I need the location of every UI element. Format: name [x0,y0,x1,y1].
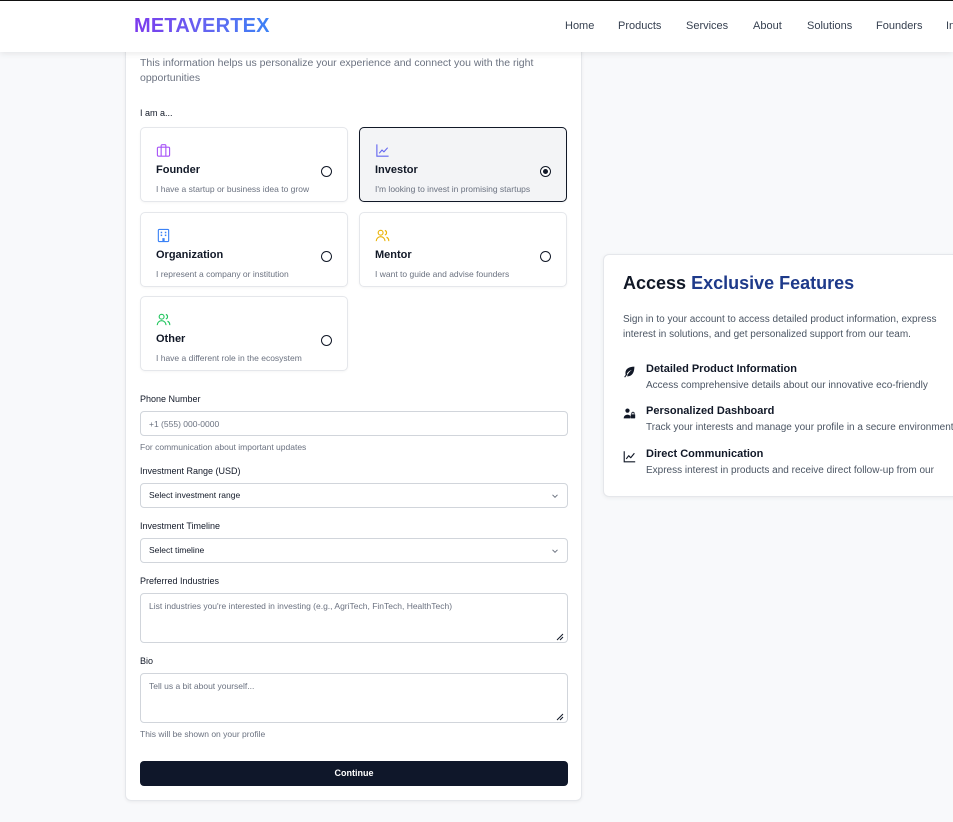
investment-range-select[interactable]: Select investment range [140,483,568,508]
building-icon [157,228,170,243]
investment-timeline-select[interactable]: Select timeline [140,538,568,563]
role-title: Investor [375,164,418,176]
users-lock-icon [623,408,636,419]
role-option-organization[interactable]: Organization I represent a company or in… [140,212,348,287]
features-description: Sign in to your account to access detail… [623,314,937,340]
role-title: Organization [156,249,224,261]
role-label: I am a... [140,108,173,118]
role-option-investor[interactable]: Investor I'm looking to invest in promis… [359,127,567,202]
role-description: I have a startup or business idea to gro… [156,184,310,194]
profile-form-card: This information helps us personalize yo… [125,40,582,801]
chart-line-icon [623,451,636,463]
role-option-mentor[interactable]: Mentor I want to guide and advise founde… [359,212,567,287]
features-title: Access Exclusive Features [623,273,854,294]
role-radio-checked[interactable] [540,166,551,177]
role-radio[interactable] [540,251,551,262]
nav-services[interactable]: Services [686,20,728,32]
feature-title: Detailed Product Information [646,363,797,375]
feature-description: Access comprehensive details about our i… [646,380,928,391]
nav-founders[interactable]: Founders [876,20,922,32]
features-title-part1: Access [623,273,692,293]
feature-title: Personalized Dashboard [646,405,775,417]
role-radio[interactable] [321,166,332,177]
role-title: Mentor [375,249,412,261]
resize-handle-icon[interactable] [556,633,564,641]
bio-label: Bio [140,656,154,666]
chart-line-icon [376,144,389,157]
role-description: I'm looking to invest in promising start… [375,184,531,194]
role-title: Other [156,333,186,345]
brand-logo[interactable]: METAVERTEX [134,15,270,38]
features-title-part2: Exclusive Features [691,273,855,293]
role-title: Founder [156,164,200,176]
chevron-down-icon [552,549,558,554]
nav-more[interactable]: In [946,20,953,32]
nav-about[interactable]: About [753,20,782,32]
nav-home[interactable]: Home [565,20,594,32]
investment-timeline-value: Select timeline [149,545,205,555]
feature-description: Express interest in products and receive… [646,465,934,476]
chevron-down-icon [552,494,558,499]
phone-help-text: For communication about important update… [140,442,307,452]
industries-textarea[interactable] [140,593,568,643]
nav-solutions[interactable]: Solutions [807,20,852,32]
role-option-other[interactable]: Other I have a different role in the eco… [140,296,348,371]
role-description: I want to guide and advise founders [375,269,510,279]
users-icon [156,313,171,326]
users-icon [375,229,390,242]
features-card: Access Exclusive Features Sign in to you… [603,254,953,497]
role-option-founder[interactable]: Founder I have a startup or business ide… [140,127,348,202]
industries-label: Preferred Industries [140,576,220,586]
bio-help-text: This will be shown on your profile [140,729,266,739]
nav-products[interactable]: Products [618,20,661,32]
phone-label: Phone Number [140,394,201,404]
role-description: I represent a company or institution [156,269,289,279]
phone-input[interactable] [140,411,568,436]
investment-range-value: Select investment range [149,490,241,500]
role-description: I have a different role in the ecosystem [156,353,302,363]
investment-timeline-label: Investment Timeline [140,521,221,531]
briefcase-icon [156,144,171,157]
top-navbar: METAVERTEX Home Products Services About … [0,0,953,52]
investment-range-label: Investment Range (USD) [140,466,241,476]
feature-description: Track your interests and manage your pro… [646,422,953,433]
continue-button[interactable]: Continue [140,761,568,786]
role-radio[interactable] [321,335,332,346]
role-radio[interactable] [321,251,332,262]
resize-handle-icon[interactable] [556,713,564,721]
leaf-icon [624,366,635,378]
feature-title: Direct Communication [646,448,764,460]
form-subtitle: This information helps us personalize yo… [140,57,534,84]
bio-textarea[interactable] [140,673,568,723]
